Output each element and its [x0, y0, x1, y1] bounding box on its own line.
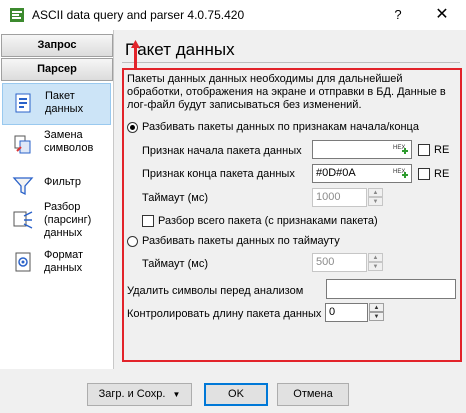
- mode-markers-label: Разбивать пакеты данных по признакам нач…: [142, 121, 419, 133]
- hex-insert-icon[interactable]: HEX: [393, 166, 409, 181]
- control-length-input[interactable]: 0: [325, 303, 368, 322]
- page-title: Пакет данных: [125, 40, 235, 59]
- control-length-label: Контролировать длину пакета данных: [127, 308, 322, 320]
- sidebar-item-label: (парсинг): [44, 214, 92, 226]
- sidebar-item-label: Пакет: [45, 90, 75, 102]
- annotation-arrow: [131, 40, 140, 70]
- timeout-label: Таймаут (мс): [142, 258, 209, 270]
- sidebar-item-label: Фильтр: [44, 176, 81, 188]
- end-marker-label: Признак конца пакета данных: [142, 168, 295, 180]
- load-save-button[interactable]: Загр. и Сохр. ▼: [87, 383, 192, 406]
- start-marker-input[interactable]: HEX: [312, 140, 412, 159]
- spin-up-icon[interactable]: ▲: [368, 253, 383, 262]
- hex-insert-icon[interactable]: HEX: [393, 142, 409, 157]
- start-marker-label: Признак начала пакета данных: [142, 145, 302, 157]
- timeout-spinner[interactable]: ▲ ▼: [368, 253, 383, 272]
- spin-down-icon[interactable]: ▼: [368, 197, 383, 206]
- remove-chars-input[interactable]: [326, 279, 456, 299]
- heading-divider: [122, 62, 460, 63]
- sidebar-item-label: данных: [44, 227, 83, 239]
- mode-timeout-radio[interactable]: [127, 236, 138, 247]
- ok-button[interactable]: OK: [204, 383, 268, 406]
- end-re-checkbox[interactable]: [418, 168, 430, 180]
- sidebar-item-data-format[interactable]: Формат данных: [2, 243, 111, 285]
- sidebar-item-symbol-replace[interactable]: Замена символов: [2, 125, 111, 167]
- title-bar: ASCII data query and parser 4.0.75.420 ?…: [0, 0, 466, 30]
- data-packet-icon: [15, 93, 31, 113]
- markers-timeout-spinner[interactable]: ▲ ▼: [368, 188, 383, 207]
- dropdown-caret-icon: ▼: [172, 390, 181, 399]
- start-re-checkbox[interactable]: [418, 144, 430, 156]
- close-button[interactable]: ✕: [418, 0, 466, 30]
- markers-timeout-input[interactable]: 1000: [312, 188, 367, 207]
- sidebar-item-parsing[interactable]: Разбор (парсинг) данных: [2, 200, 111, 248]
- sidebar-item-label: данных: [45, 103, 84, 115]
- filter-icon: [12, 177, 34, 196]
- mode-markers-radio[interactable]: [127, 122, 138, 133]
- start-re-label: RE: [434, 144, 450, 156]
- sidebar-tab-query[interactable]: Запрос: [1, 34, 113, 57]
- window-title: ASCII data query and parser 4.0.75.420: [32, 8, 245, 22]
- parse-whole-packet-label: Разбор всего пакета (с признаками пакета…: [158, 215, 378, 227]
- spin-down-icon[interactable]: ▼: [369, 312, 384, 321]
- remove-chars-label: Удалить символы перед анализом: [127, 285, 304, 297]
- description-text: Пакеты данных данных необходимы для даль…: [127, 73, 446, 111]
- sidebar-tab-parser[interactable]: Парсер: [1, 58, 113, 81]
- parsing-icon: [13, 211, 33, 229]
- cancel-button[interactable]: Отмена: [277, 383, 349, 406]
- sidebar-item-label: Разбор: [44, 201, 81, 213]
- sidebar-item-label: данных: [44, 262, 83, 274]
- parse-whole-packet-checkbox[interactable]: [142, 215, 154, 227]
- sidebar-item-data-packet[interactable]: Пакет данных: [2, 83, 111, 125]
- symbol-replace-icon: [14, 135, 31, 154]
- spin-down-icon[interactable]: ▼: [368, 262, 383, 271]
- data-format-icon: [15, 252, 31, 272]
- end-re-label: RE: [434, 168, 450, 180]
- mode-timeout-label: Разбивать пакеты данных по таймауту: [142, 235, 340, 247]
- timeout-input[interactable]: 500: [312, 253, 367, 272]
- end-marker-input[interactable]: #0D#0A HEX: [312, 164, 412, 183]
- spin-up-icon[interactable]: ▲: [369, 303, 384, 312]
- markers-timeout-label: Таймаут (мс): [142, 192, 209, 204]
- app-icon: [10, 8, 24, 22]
- spin-up-icon[interactable]: ▲: [368, 188, 383, 197]
- sidebar-item-label: символов: [44, 142, 94, 154]
- sidebar-item-label: Формат: [44, 249, 84, 261]
- sidebar: Запрос Парсер Пакет данных Замена символ…: [0, 30, 114, 369]
- sidebar-item-label: Замена: [44, 129, 83, 141]
- help-button[interactable]: ?: [385, 2, 411, 28]
- control-length-spinner[interactable]: ▲ ▼: [369, 303, 384, 322]
